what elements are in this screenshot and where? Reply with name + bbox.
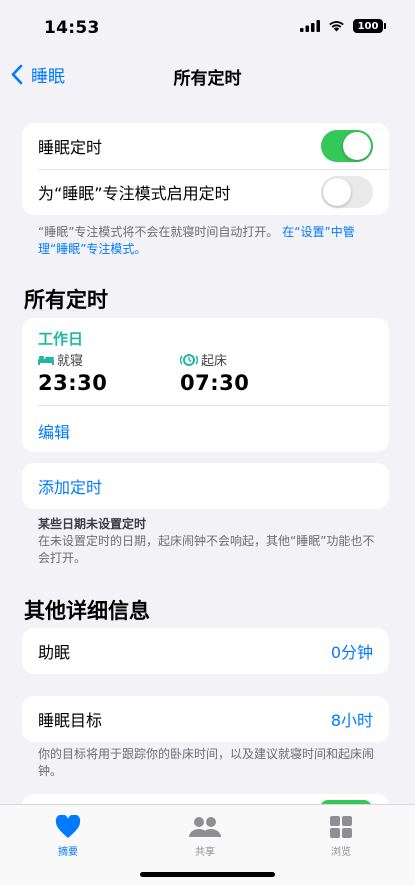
wake-label-row: 起床 [180, 350, 249, 369]
focus-footnote: “睡眠”专注模式将不会在就寝时间自动打开。 在“设置”中管理“睡眠”专注模式。 [38, 224, 378, 258]
tab-summary[interactable]: 摘要 [33, 813, 103, 858]
wake-value: 07:30 [180, 371, 250, 395]
wind-down-card: 助眠 0分钟 [22, 628, 389, 674]
status-icons: 100 [300, 19, 386, 33]
sleep-schedule-row: 睡眠定时 [22, 123, 389, 169]
focus-schedule-toggle[interactable] [321, 176, 373, 208]
battery-indicator: 100 [353, 19, 386, 33]
sleep-goal-card: 睡眠目标 8小时 [22, 696, 389, 742]
wifi-icon [329, 21, 344, 32]
schedule-divider [38, 405, 389, 406]
sleep-schedule-toggle[interactable] [321, 130, 373, 162]
all-schedules-title: 所有定时 [24, 288, 108, 312]
grid-icon [330, 816, 352, 838]
bedtime-label: 就寝 [57, 354, 84, 369]
home-indicator[interactable] [140, 872, 275, 877]
sleep-goal-label: 睡眠目标 [38, 711, 103, 730]
add-schedule-row[interactable]: 添加定时 [22, 463, 389, 509]
nav-bar: 睡眠 所有定时 [0, 56, 415, 92]
people-icon [189, 817, 221, 837]
schedule-note-title: 某些日期未设置定时 [38, 517, 147, 531]
wake-block: 起床 07:30 [180, 350, 249, 395]
focus-note-text: “睡眠”专注模式将不会在就寝时间自动打开。 [38, 225, 279, 239]
schedule-name: 工作日 [38, 330, 84, 348]
tab-sharing-label: 共享 [195, 847, 215, 858]
heart-icon [55, 815, 81, 838]
wind-down-row[interactable]: 助眠 0分钟 [22, 628, 389, 674]
sleep-schedule-card: 睡眠定时 为“睡眠”专注模式启用定时 [22, 123, 389, 215]
tab-browse-label: 浏览 [331, 847, 351, 858]
sleep-goal-row[interactable]: 睡眠目标 8小时 [22, 696, 389, 742]
goal-footnote: 你的目标将用于跟踪你的卧床时间，以及建议就寝时间和起床闹钟。 [38, 747, 375, 778]
focus-schedule-row: 为“睡眠”专注模式启用定时 [22, 169, 389, 215]
bedtime-block: 就寝 23:30 [38, 350, 107, 395]
add-schedule-card: 添加定时 [22, 463, 389, 509]
status-time: 14:53 [44, 18, 100, 38]
other-details-title: 其他详细信息 [24, 599, 150, 623]
battery-level: 100 [357, 20, 379, 32]
add-schedule-button[interactable]: 添加定时 [38, 474, 102, 498]
bed-icon [38, 356, 54, 365]
page-title: 所有定时 [173, 69, 242, 89]
schedule-note-text: 在未设置定时的日期，起床闹钟不会响起，其他“睡眠”功能也不会打开。 [38, 534, 375, 565]
alarm-icon [180, 353, 198, 366]
focus-schedule-label: 为“睡眠”专注模式启用定时 [38, 184, 231, 203]
tab-summary-label: 摘要 [58, 847, 78, 858]
sleep-schedule-label: 睡眠定时 [38, 138, 103, 157]
cellular-signal-icon [300, 20, 320, 32]
bedtime-label-row: 就寝 [38, 350, 107, 369]
tab-browse[interactable]: 浏览 [306, 813, 376, 858]
schedule-card[interactable]: 工作日 就寝 23:30 起床 07:30 编辑 [22, 318, 389, 452]
wind-down-label: 助眠 [38, 643, 71, 662]
bedtime-value: 23:30 [38, 371, 108, 395]
sleep-goal-value[interactable]: 8小时 [331, 707, 373, 731]
wake-label: 起床 [201, 354, 228, 369]
tab-sharing[interactable]: 共享 [170, 813, 240, 858]
wind-down-value[interactable]: 0分钟 [331, 639, 373, 663]
edit-schedule-button[interactable]: 编辑 [38, 419, 70, 443]
status-bar: 14:53 100 [0, 0, 415, 52]
schedule-footnote: 某些日期未设置定时 在未设置定时的日期，起床闹钟不会响起，其他“睡眠”功能也不会… [38, 516, 378, 567]
